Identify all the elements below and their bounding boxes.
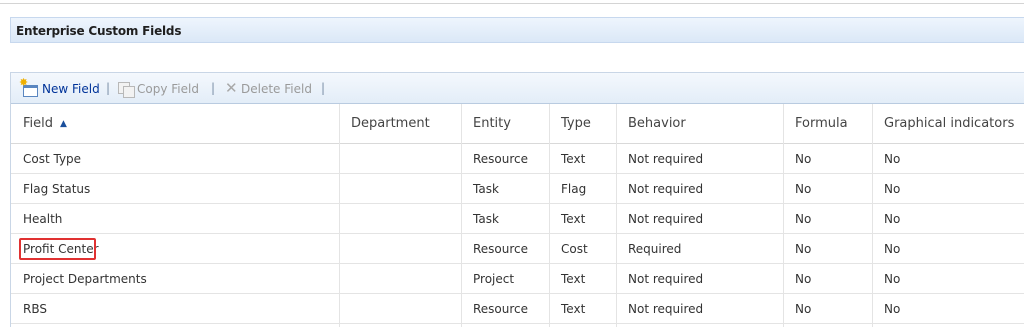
field-name-cell[interactable]: RBS <box>11 294 47 324</box>
custom-fields-grid: ✸ New Field | Copy Field | ✕ Delete Fiel… <box>10 72 1024 327</box>
formula-cell: No <box>795 182 812 196</box>
table-row[interactable]: Flag Status Task Flag Not required No No <box>11 174 1024 204</box>
toolbar-separator: | <box>106 81 111 95</box>
graphical-indicators-cell: No <box>884 242 901 256</box>
behavior-cell: Required <box>628 242 682 256</box>
highlight-annotation-box <box>19 238 96 260</box>
department-cell <box>339 294 351 324</box>
field-name-cell[interactable]: Flag Status <box>11 174 90 204</box>
field-name-cell[interactable]: Health <box>11 204 62 234</box>
behavior-cell: Not required <box>628 302 704 316</box>
new-field-icon: ✸ <box>19 76 38 97</box>
column-header-type[interactable]: Type <box>549 104 616 144</box>
field-name-cell[interactable]: Cost Type <box>11 144 81 174</box>
delete-field-button[interactable]: ✕ Delete Field <box>225 79 312 99</box>
entity-cell: Project <box>473 272 515 286</box>
top-rule <box>0 0 1024 4</box>
behavior-cell: Not required <box>628 152 704 166</box>
behavior-cell: Not required <box>628 182 704 196</box>
new-field-label: New Field <box>42 82 100 96</box>
formula-cell: No <box>795 272 812 286</box>
section-title: Enterprise Custom Fields <box>16 24 182 38</box>
graphical-indicators-cell: No <box>884 212 901 226</box>
column-header-entity[interactable]: Entity <box>461 104 549 144</box>
type-cell: Text <box>561 302 586 316</box>
sort-ascending-icon: ▲ <box>60 119 67 129</box>
field-name-cell[interactable]: Project Departments <box>11 264 147 294</box>
entity-cell: Resource <box>473 302 529 316</box>
formula-cell: No <box>795 152 812 166</box>
column-header-field[interactable]: Field ▲ <box>11 104 339 144</box>
copy-icon <box>117 81 136 98</box>
copy-field-label: Copy Field <box>137 82 199 96</box>
type-cell: Text <box>561 152 586 166</box>
column-header-behavior[interactable]: Behavior <box>616 104 783 144</box>
toolbar-separator: | <box>321 81 326 95</box>
column-header-label: Field <box>23 116 54 131</box>
graphical-indicators-cell: No <box>884 152 901 166</box>
entity-cell: Resource <box>473 152 529 166</box>
delete-icon: ✕ <box>225 79 238 97</box>
entity-cell: Task <box>473 182 499 196</box>
department-cell <box>339 204 351 234</box>
section-header: Enterprise Custom Fields <box>10 17 1024 43</box>
entity-cell: Resource <box>473 242 529 256</box>
behavior-cell: Not required <box>628 212 704 226</box>
type-cell: Text <box>561 212 586 226</box>
graphical-indicators-cell: No <box>884 182 901 196</box>
new-field-button[interactable]: ✸ New Field <box>19 76 100 99</box>
type-cell: Text <box>561 272 586 286</box>
copy-field-button[interactable]: Copy Field <box>117 79 199 99</box>
table-row[interactable]: Project Departments Project Text Not req… <box>11 264 1024 294</box>
column-header-formula[interactable]: Formula <box>783 104 872 144</box>
graphical-indicators-cell: No <box>884 272 901 286</box>
grid-toolbar: ✸ New Field | Copy Field | ✕ Delete Fiel… <box>11 73 1024 104</box>
department-cell <box>339 174 351 204</box>
formula-cell: No <box>795 212 812 226</box>
formula-cell: No <box>795 302 812 316</box>
department-cell <box>339 234 351 264</box>
table-row[interactable]: RBS Resource Text Not required No No <box>11 294 1024 324</box>
type-cell: Flag <box>561 182 587 196</box>
behavior-cell: Not required <box>628 272 704 286</box>
table-row-highlighted[interactable]: Profit Center Resource Cost Required No … <box>11 234 1024 264</box>
table-row[interactable]: Cost Type Resource Text Not required No … <box>11 144 1024 174</box>
table-row[interactable]: Health Task Text Not required No No <box>11 204 1024 234</box>
graphical-indicators-cell: No <box>884 302 901 316</box>
toolbar-separator: | <box>211 81 216 95</box>
column-header-graphical-indicators[interactable]: Graphical indicators <box>872 104 1024 144</box>
column-header-department[interactable]: Department <box>339 104 461 144</box>
department-cell <box>339 144 351 174</box>
formula-cell: No <box>795 242 812 256</box>
delete-field-label: Delete Field <box>241 82 312 96</box>
entity-cell: Task <box>473 212 499 226</box>
type-cell: Cost <box>561 242 588 256</box>
department-cell <box>339 264 351 294</box>
